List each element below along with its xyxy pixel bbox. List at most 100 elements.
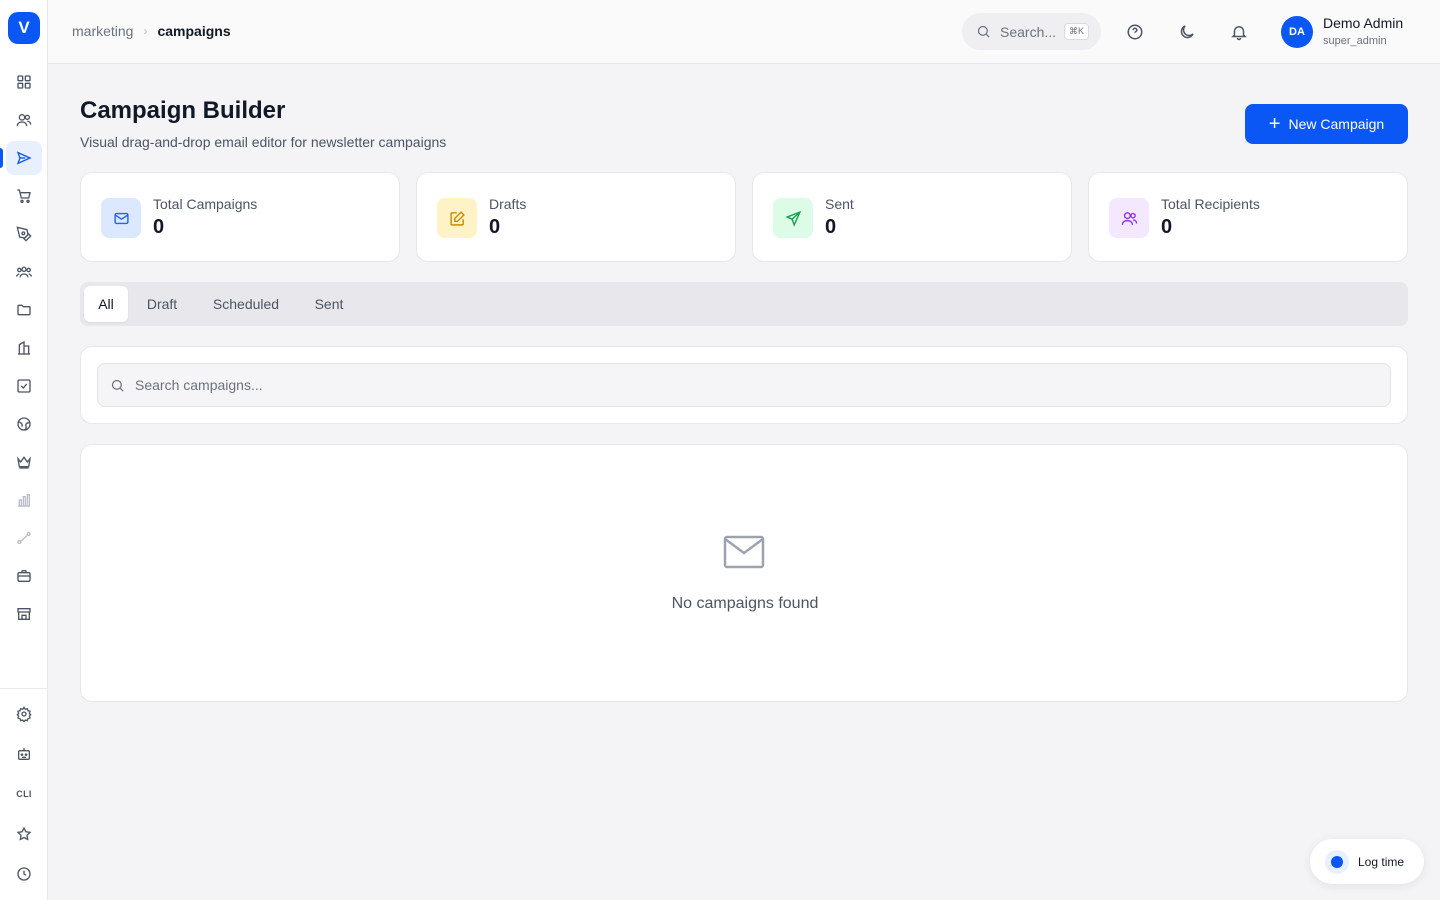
star-icon (16, 826, 32, 841)
nav-favorites[interactable] (6, 817, 42, 851)
send-icon (784, 210, 801, 227)
stat-value: 0 (825, 216, 837, 238)
nav-ai-bot[interactable] (6, 737, 42, 771)
crown-icon (16, 456, 32, 469)
nav-workflows[interactable] (6, 521, 42, 555)
folder-icon (17, 304, 31, 316)
breadcrumb: marketing › campaigns (72, 23, 231, 39)
page-subtitle: Visual drag-and-drop email editor for ne… (80, 134, 447, 150)
stat-value: 0 (1161, 216, 1173, 238)
stat-value: 0 (489, 216, 501, 238)
cart-icon (17, 189, 31, 203)
new-campaign-label: New Campaign (1288, 116, 1385, 132)
cli-label: CLI (16, 789, 32, 799)
nav-files[interactable] (6, 293, 42, 327)
team-icon (16, 266, 32, 278)
user-name[interactable]: Demo Admin (1323, 15, 1403, 31)
mail-icon (723, 535, 765, 569)
campaign-search-input[interactable] (135, 377, 1335, 393)
nav-team[interactable] (6, 255, 42, 289)
nav-websites[interactable] (6, 407, 42, 441)
active-indicator (0, 148, 3, 168)
nav-jobs[interactable] (6, 559, 42, 593)
mail-icon (113, 212, 129, 224)
empty-state-text: No campaigns found (671, 595, 819, 612)
tab-draft[interactable]: Draft (132, 286, 192, 322)
nav-marketing[interactable] (6, 141, 42, 175)
log-time-label: Log time (1358, 854, 1405, 869)
store-icon (17, 608, 31, 620)
nav-companies[interactable] (6, 331, 42, 365)
campaign-list-empty: No campaigns found (80, 444, 1408, 702)
stat-label: Sent (825, 196, 854, 212)
breadcrumb-marketing[interactable]: marketing (72, 23, 133, 39)
sidebar: V CLI (0, 0, 48, 900)
new-campaign-button[interactable]: + New Campaign (1245, 104, 1408, 144)
help-button[interactable] (1125, 22, 1145, 42)
nav-design[interactable] (6, 217, 42, 251)
nav-commerce[interactable] (6, 179, 42, 213)
search-icon (111, 379, 124, 392)
settings-icon (16, 706, 32, 722)
stat-label: Drafts (489, 196, 527, 212)
users-icon (1121, 211, 1137, 225)
bar-chart-icon (18, 494, 30, 507)
stat-card-total-recipients: Total Recipients 0 (1088, 172, 1408, 262)
stat-value: 0 (153, 216, 165, 238)
stat-icon-wrap (1109, 198, 1149, 238)
nav-premium[interactable] (6, 445, 42, 479)
campaign-search-card (80, 346, 1408, 424)
chevron-right-icon: › (143, 24, 148, 38)
search-icon (977, 25, 990, 38)
nav-history[interactable] (6, 857, 42, 891)
global-search-label: Search... (1000, 23, 1057, 40)
stat-label: Total Campaigns (153, 196, 258, 212)
megaphone-icon (16, 151, 32, 165)
pen-tool-icon (16, 226, 32, 242)
nav-dashboard[interactable] (6, 65, 42, 99)
timer-icon (1325, 849, 1349, 874)
checkbox-icon (17, 379, 31, 393)
page-title: Campaign Builder (80, 97, 286, 124)
edit-icon (449, 210, 465, 226)
theme-toggle-button[interactable] (1177, 22, 1197, 42)
tab-all[interactable]: All (84, 286, 128, 322)
global-search-button[interactable]: Search... ⌘K (962, 13, 1101, 50)
users-icon (16, 114, 32, 127)
user-avatar[interactable]: DA (1281, 16, 1313, 48)
notifications-button[interactable] (1229, 22, 1249, 42)
campaign-search-field[interactable] (97, 363, 1391, 407)
stat-card-sent: Sent 0 (752, 172, 1072, 262)
stat-card-total-campaigns: Total Campaigns 0 (80, 172, 400, 262)
breadcrumb-campaigns: campaigns (157, 23, 231, 39)
clock-icon (17, 867, 31, 881)
stat-label: Total Recipients (1161, 196, 1260, 212)
help-circle-icon (1127, 24, 1143, 40)
nav-settings[interactable] (6, 697, 42, 731)
stat-icon-wrap (773, 198, 813, 238)
nav-cli[interactable]: CLI (6, 777, 42, 811)
plus-icon: + (1268, 113, 1281, 135)
nav-tasks[interactable] (6, 369, 42, 403)
top-header: marketing › campaigns Search... ⌘K DA De… (48, 0, 1440, 64)
tab-sent[interactable]: Sent (300, 286, 358, 322)
stat-icon-wrap (101, 198, 141, 238)
briefcase-icon (17, 570, 31, 582)
moon-icon (1180, 25, 1194, 39)
stat-icon-wrap (437, 198, 477, 238)
nav-store[interactable] (6, 597, 42, 631)
tab-scheduled[interactable]: Scheduled (196, 286, 296, 322)
stat-card-drafts: Drafts 0 (416, 172, 736, 262)
app-logo[interactable]: V (8, 12, 40, 44)
grid-icon (17, 75, 31, 89)
nav-analytics[interactable] (6, 483, 42, 517)
nav-contacts[interactable] (6, 103, 42, 137)
search-shortcut: ⌘K (1064, 23, 1090, 40)
status-tabs: All Draft Scheduled Sent (80, 282, 1408, 326)
bot-icon (18, 748, 30, 760)
user-role: super_admin (1323, 35, 1387, 47)
building-icon (18, 340, 30, 355)
log-time-button[interactable]: Log time (1310, 839, 1424, 884)
bell-icon (1231, 26, 1247, 41)
sidebar-divider (0, 688, 48, 689)
